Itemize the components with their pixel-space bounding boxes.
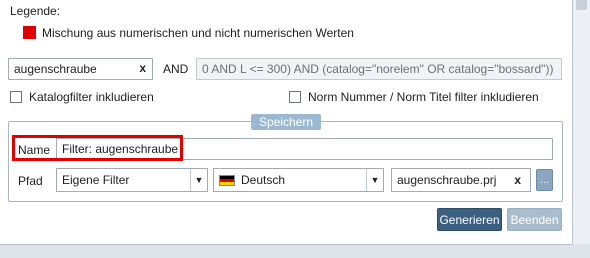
- save-group-title: Speichern: [251, 114, 321, 130]
- legend-color-swatch: [23, 26, 36, 39]
- filter-expression-text: 0 AND L <= 300) AND (catalog="norelem" O…: [202, 62, 554, 76]
- legend-title: Legende:: [10, 4, 61, 18]
- search-input[interactable]: augenschraube x: [8, 58, 153, 80]
- scrollbar-thumb[interactable]: [576, 0, 587, 10]
- red-highlight-frame: [12, 135, 183, 161]
- chevron-down-icon[interactable]: ▼: [190, 169, 207, 191]
- panel-bottom-border: [0, 244, 572, 245]
- search-input-value: augenschraube: [14, 62, 97, 76]
- clear-search-icon[interactable]: x: [139, 61, 146, 75]
- close-button[interactable]: Beenden: [507, 208, 562, 231]
- catalog-filter-checkbox[interactable]: [10, 91, 22, 103]
- file-name-value: augenschraube.prj: [397, 173, 497, 187]
- german-flag-icon: [219, 174, 235, 186]
- language-select-value: Deutsch: [241, 173, 286, 187]
- path-select[interactable]: Eigene Filter ▼: [56, 168, 208, 192]
- operator-label: AND: [163, 62, 189, 76]
- language-select[interactable]: Deutsch ▼: [213, 168, 384, 192]
- legend-item-label: Mischung aus numerischen und nicht numer…: [42, 26, 354, 40]
- norm-filter-checkbox[interactable]: [289, 91, 301, 103]
- clear-file-icon[interactable]: x: [514, 173, 521, 187]
- filter-expression-field[interactable]: 0 AND L <= 300) AND (catalog="norelem" O…: [196, 58, 562, 80]
- catalog-filter-label[interactable]: Katalogfilter inkludieren: [29, 90, 154, 104]
- file-name-field[interactable]: augenschraube.prj x: [391, 168, 531, 192]
- norm-filter-label[interactable]: Norm Nummer / Norm Titel filter inkludie…: [308, 90, 539, 104]
- generate-button[interactable]: Generieren: [437, 208, 502, 231]
- browse-button[interactable]: ...: [536, 169, 553, 191]
- path-label: Pfad: [18, 174, 43, 188]
- vertical-scrollbar[interactable]: [572, 0, 590, 244]
- chevron-down-icon[interactable]: ▼: [366, 169, 383, 191]
- path-select-value: Eigene Filter: [62, 173, 130, 187]
